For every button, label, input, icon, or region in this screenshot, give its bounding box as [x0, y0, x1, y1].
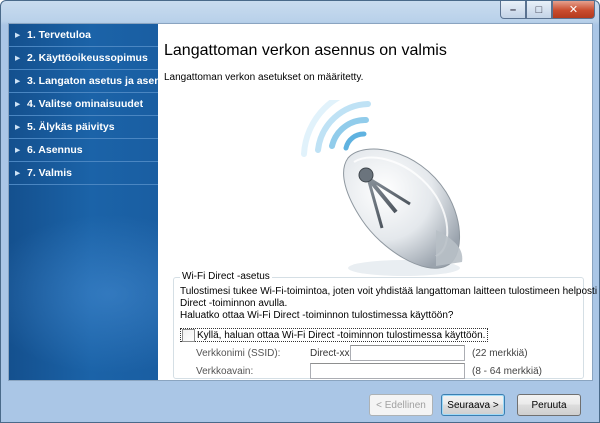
ssid-input[interactable] — [350, 345, 465, 361]
dialog-client-area: ▸ 1. Tervetuloa ▸ 2. Käyttöoikeussopimus ▸… — [8, 23, 600, 381]
wifi-direct-desc-line: Tulostimesi tukee Wi-Fi-toimintoa, joten… — [180, 286, 600, 297]
step-bullet-icon: ▸ — [15, 167, 21, 179]
sidebar-step-wireless-setup: ▸ 3. Langaton asetus ja asennus — [9, 70, 158, 93]
dialog-footer: < Edellinen Seuraava > Peruuta — [1, 382, 599, 422]
ssid-length-hint: (22 merkkiä) — [472, 348, 528, 359]
wifi-direct-group: Wi-Fi Direct -asetus Tulostimesi tukee W… — [173, 271, 600, 379]
sidebar-glow — [9, 214, 158, 374]
window-controls: – □ ✕ — [500, 1, 595, 19]
sidebar-step-smart-update: ▸ 5. Älykäs päivitys — [9, 116, 158, 139]
step-bullet-icon: ▸ — [15, 121, 21, 133]
sidebar-step-welcome: ▸ 1. Tervetuloa — [9, 24, 158, 47]
ssid-label: Verkkonimi (SSID): — [196, 348, 281, 359]
sidebar-step-label: 2. Käyttöoikeussopimus — [27, 52, 148, 64]
main-content: Langattoman verkon asennus on valmis Lan… — [164, 24, 600, 380]
page-title: Langattoman verkon asennus on valmis — [164, 42, 447, 59]
satellite-dish-icon — [301, 100, 463, 276]
installer-window: – □ ✕ ▸ 1. Tervetuloa ▸ 2. Käyttöoikeussop… — [0, 0, 600, 423]
enable-wifi-direct-checkbox-row[interactable]: Kyllä, haluan ottaa Wi-Fi Direct -toimin… — [180, 328, 489, 342]
step-bullet-icon: ▸ — [15, 98, 21, 110]
sidebar-step-label: 4. Valitse ominaisuudet — [27, 98, 144, 110]
sidebar-step-label: 7. Valmis — [27, 167, 72, 179]
title-bar[interactable]: – □ ✕ — [1, 1, 599, 23]
sidebar-step-label: 3. Langaton asetus ja asennus — [27, 75, 158, 87]
step-bullet-icon: ▸ — [15, 29, 21, 41]
cancel-button[interactable]: Peruuta — [517, 394, 581, 416]
wifi-direct-description: Tulostimesi tukee Wi-Fi-toimintoa, joten… — [180, 286, 600, 322]
network-key-length-hint: (8 - 64 merkkiä) — [472, 366, 543, 377]
wifi-direct-desc-line: Haluatko ottaa Wi-Fi Direct -toiminnon t… — [180, 310, 454, 321]
step-bullet-icon: ▸ — [15, 144, 21, 156]
close-button[interactable]: ✕ — [552, 1, 595, 19]
back-button[interactable]: < Edellinen — [369, 394, 433, 416]
next-button[interactable]: Seuraava > — [441, 394, 505, 416]
maximize-button[interactable]: □ — [526, 1, 552, 19]
sidebar-step-install: ▸ 6. Asennus — [9, 139, 158, 162]
network-key-label: Verkkoavain: — [196, 366, 254, 377]
step-bullet-icon: ▸ — [15, 52, 21, 64]
sidebar-step-label: 5. Älykäs päivitys — [27, 121, 115, 133]
sidebar-step-label: 6. Asennus — [27, 144, 83, 156]
wifi-direct-desc-line: Direct -toiminnon avulla. — [180, 298, 288, 309]
steps-sidebar: ▸ 1. Tervetuloa ▸ 2. Käyttöoikeussopimus ▸… — [9, 24, 158, 380]
sidebar-step-finish: ▸ 7. Valmis — [9, 162, 158, 185]
step-bullet-icon: ▸ — [15, 75, 21, 87]
page-subtitle: Langattoman verkon asetukset on määritet… — [164, 72, 364, 83]
ssid-prefix: Direct-xx- — [310, 348, 353, 359]
enable-wifi-direct-checkbox[interactable] — [182, 328, 195, 342]
enable-wifi-direct-label[interactable]: Kyllä, haluan ottaa Wi-Fi Direct -toimin… — [197, 330, 485, 341]
minimize-button[interactable]: – — [500, 1, 526, 19]
sidebar-step-label: 1. Tervetuloa — [27, 29, 91, 41]
network-key-input[interactable] — [310, 363, 465, 379]
sidebar-step-license: ▸ 2. Käyttöoikeussopimus — [9, 47, 158, 70]
wifi-direct-group-title: Wi-Fi Direct -asetus — [180, 271, 272, 282]
sidebar-step-features: ▸ 4. Valitse ominaisuudet — [9, 93, 158, 116]
